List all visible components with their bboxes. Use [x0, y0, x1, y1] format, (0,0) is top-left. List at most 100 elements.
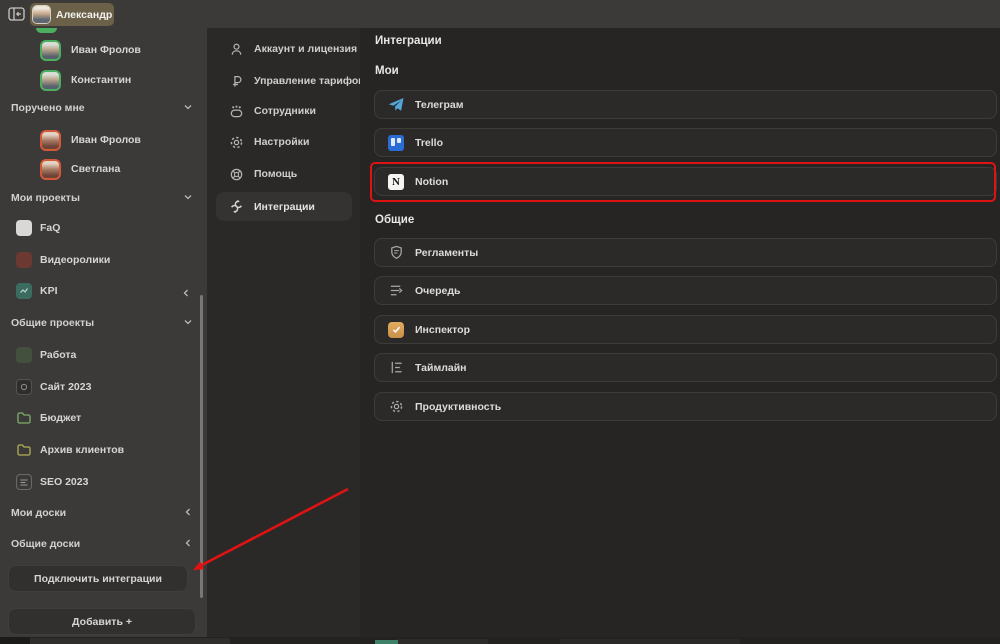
- integration-label: Очередь: [415, 285, 460, 297]
- sidebar-section-shared-boards[interactable]: Общие доски: [11, 537, 193, 551]
- project-item[interactable]: Архив клиентов: [16, 441, 124, 459]
- user-item[interactable]: Константин: [40, 69, 131, 91]
- add-button[interactable]: Добавить +: [8, 608, 196, 635]
- project-name: Сайт 2023: [40, 381, 91, 393]
- bottom-edge-green-segment: [375, 640, 398, 644]
- project-item[interactable]: Видеоролики: [16, 251, 110, 269]
- bottom-edge-segment: [0, 637, 30, 644]
- work-project-icon: [16, 347, 32, 363]
- section-label-shared: Общие: [375, 214, 414, 226]
- section-label: Мои доски: [11, 507, 66, 519]
- integration-row-timeline[interactable]: Таймлайн: [374, 353, 997, 382]
- project-name: Бюджет: [40, 412, 81, 424]
- project-name: SEO 2023: [40, 476, 88, 488]
- project-item[interactable]: FaQ: [16, 219, 60, 237]
- site-project-icon: [16, 379, 32, 395]
- project-item[interactable]: Бюджет: [16, 409, 81, 427]
- chevron-left-icon: [183, 504, 193, 522]
- ruble-icon: [228, 73, 244, 89]
- sidebar-section-my-projects[interactable]: Мои проекты: [11, 191, 193, 205]
- project-item[interactable]: SEO 2023: [16, 473, 88, 491]
- page-title: Интеграции: [375, 35, 442, 47]
- user-name: Иван Фролов: [71, 134, 141, 146]
- bottom-edge-segment: [30, 638, 230, 644]
- integration-label: Trello: [415, 137, 443, 149]
- seo-project-icon: [16, 474, 32, 490]
- integration-row-inspector[interactable]: Инспектор: [374, 315, 997, 344]
- menu-item-employees[interactable]: Сотрудники: [216, 99, 352, 123]
- integration-label: Таймлайн: [415, 362, 467, 374]
- user-item[interactable]: Иван Фролов: [40, 129, 141, 151]
- avatar: [33, 6, 50, 23]
- sidebar-scrollbar[interactable]: [200, 295, 203, 598]
- integration-row-regulations[interactable]: Регламенты: [374, 238, 997, 267]
- integration-label: Notion: [415, 176, 448, 188]
- avatar: [40, 40, 61, 61]
- telegram-icon: [388, 97, 404, 113]
- chevron-down-icon: [183, 99, 193, 117]
- folder-icon: [16, 442, 32, 458]
- menu-item-settings[interactable]: Настройки: [216, 130, 352, 154]
- project-item[interactable]: Сайт 2023: [16, 378, 91, 396]
- inspector-icon: [388, 322, 404, 338]
- menu-item-label: Настройки: [254, 136, 309, 148]
- user-item[interactable]: Светлана: [40, 158, 120, 180]
- integration-row-notion[interactable]: N Notion: [374, 167, 997, 196]
- user-name: Иван Фролов: [71, 44, 141, 56]
- avatar: [40, 159, 61, 180]
- integration-row-trello[interactable]: Trello: [374, 128, 997, 157]
- menu-item-help[interactable]: Помощь: [216, 162, 352, 186]
- help-icon: [228, 166, 244, 182]
- productivity-icon: [388, 399, 404, 415]
- bottom-edge-segment: [560, 639, 740, 644]
- integration-label: Регламенты: [415, 247, 478, 259]
- notion-icon: N: [388, 174, 404, 190]
- menu-item-tariff[interactable]: Управление тарифом: [216, 69, 352, 93]
- project-name: KPI: [40, 285, 58, 297]
- project-name: Видеоролики: [40, 254, 110, 266]
- chevron-left-icon: [181, 285, 191, 303]
- section-label: Общие проекты: [11, 317, 94, 329]
- integration-row-productivity[interactable]: Продуктивность: [374, 392, 997, 421]
- menu-item-label: Помощь: [254, 168, 297, 180]
- sidebar-section-my-boards[interactable]: Мои доски: [11, 506, 193, 520]
- avatar: [40, 70, 61, 91]
- user-name: Александр: [56, 9, 112, 21]
- menu-item-account[interactable]: Аккаунт и лицензия: [216, 37, 352, 61]
- timeline-icon: [388, 360, 404, 376]
- project-name: FaQ: [40, 222, 60, 234]
- chevron-down-icon: [183, 189, 193, 207]
- team-icon: [228, 103, 244, 119]
- kpi-project-icon: [16, 283, 32, 299]
- project-name: Архив клиентов: [40, 444, 124, 456]
- current-user-pill[interactable]: Александр: [30, 3, 114, 26]
- integration-row-telegram[interactable]: Телеграм: [374, 90, 997, 119]
- integration-label: Телеграм: [415, 99, 464, 111]
- document-icon: [16, 220, 32, 236]
- project-item[interactable]: Работа: [16, 346, 76, 364]
- trello-icon: [388, 135, 404, 151]
- section-label: Мои проекты: [11, 192, 80, 204]
- menu-item-label: Интеграции: [254, 201, 315, 213]
- menu-item-label: Сотрудники: [254, 105, 316, 117]
- collapse-sidebar-icon[interactable]: [8, 6, 25, 22]
- settings-menu: Аккаунт и лицензия Управление тарифом Со…: [207, 28, 360, 644]
- section-label-my: Мои: [375, 65, 399, 77]
- chevron-left-icon: [183, 535, 193, 553]
- video-project-icon: [16, 252, 32, 268]
- gear-icon: [228, 134, 244, 150]
- integration-row-queue[interactable]: Очередь: [374, 276, 997, 305]
- user-item[interactable]: Иван Фролов: [40, 39, 141, 61]
- section-label: Поручено мне: [11, 102, 85, 114]
- sidebar-section-assigned[interactable]: Поручено мне: [11, 101, 193, 115]
- project-item[interactable]: KPI: [16, 282, 58, 300]
- project-name: Работа: [40, 349, 76, 361]
- sidebar-section-shared-projects[interactable]: Общие проекты: [11, 316, 193, 330]
- integrations-panel: Интеграции Мои Телеграм Trello N Notion …: [360, 28, 1000, 637]
- avatar: [36, 28, 57, 33]
- menu-item-integrations[interactable]: Интеграции: [216, 192, 352, 221]
- avatar: [40, 130, 61, 151]
- menu-item-label: Управление тарифом: [254, 75, 366, 87]
- queue-icon: [388, 283, 404, 299]
- connect-integrations-button[interactable]: Подключить интеграции: [8, 565, 188, 592]
